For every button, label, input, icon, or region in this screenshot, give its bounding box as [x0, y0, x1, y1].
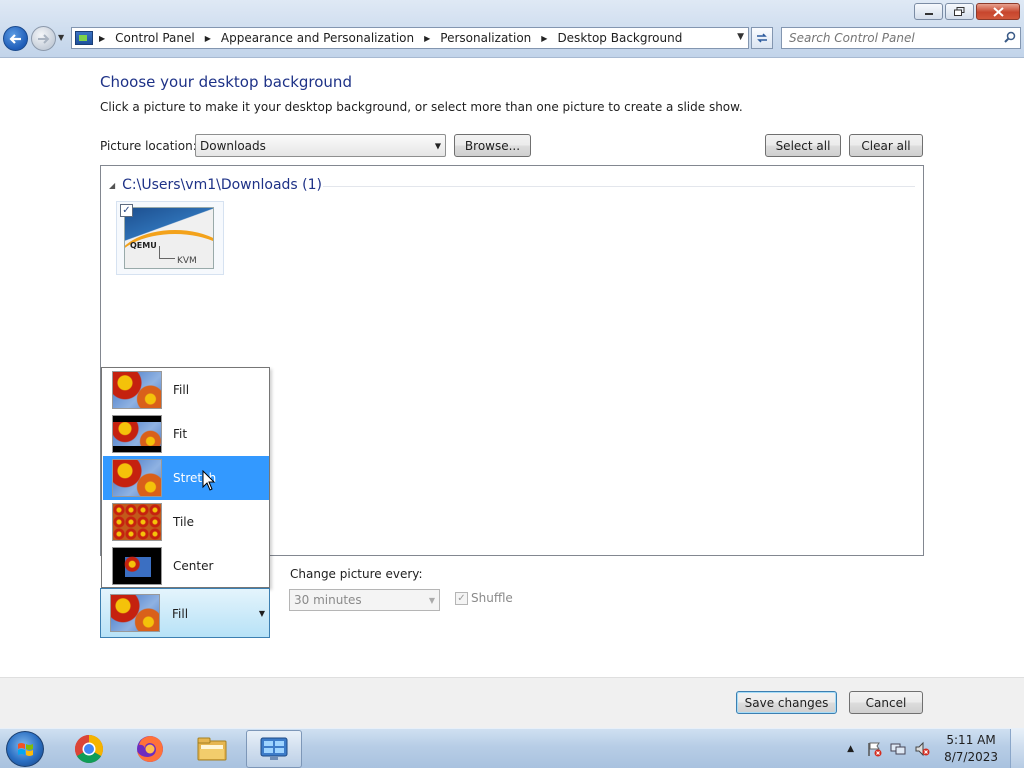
- volume-muted-icon[interactable]: [914, 741, 930, 757]
- chevron-right-icon[interactable]: ▶: [424, 34, 430, 43]
- shuffle-label: Shuffle: [471, 591, 513, 605]
- select-all-button[interactable]: Select all: [765, 134, 841, 157]
- position-option-label: Fit: [173, 427, 188, 441]
- thumbnail-checkbox[interactable]: ✓: [120, 204, 133, 217]
- window-controls: [914, 3, 1020, 20]
- firefox-icon: [137, 736, 163, 762]
- chevron-right-icon[interactable]: ▶: [99, 34, 105, 43]
- breadcrumb-control-panel[interactable]: Control Panel: [115, 31, 195, 45]
- shuffle-checkbox[interactable]: ✓ Shuffle: [455, 591, 513, 605]
- position-option-tile[interactable]: Tile: [103, 500, 269, 544]
- position-option-label: Tile: [173, 515, 195, 529]
- browse-button[interactable]: Browse...: [454, 134, 531, 157]
- show-desktop-button[interactable]: [1010, 729, 1024, 768]
- search-input[interactable]: [782, 28, 992, 48]
- action-center-flag-icon[interactable]: [866, 741, 882, 757]
- chevron-right-icon[interactable]: ▶: [205, 34, 211, 43]
- checkbox-check-icon: ✓: [455, 591, 468, 605]
- position-option-label: Fill: [173, 383, 190, 397]
- fit-preview-icon: [112, 415, 162, 453]
- interval-select[interactable]: 30 minutes ▼: [289, 589, 440, 611]
- clock-time: 5:11 AM: [946, 733, 996, 747]
- refresh-icon: [757, 33, 767, 43]
- fill-preview-icon: [112, 371, 162, 409]
- save-changes-button[interactable]: Save changes: [736, 691, 837, 714]
- picture-position-value: Fill: [172, 607, 189, 621]
- mouse-cursor-icon: [202, 470, 216, 491]
- interval-value: 30 minutes: [294, 593, 362, 607]
- breadcrumb-personalization[interactable]: Personalization: [440, 31, 531, 45]
- network-icon[interactable]: [890, 741, 906, 757]
- position-option-label: Center: [173, 559, 214, 573]
- page-title: Choose your desktop background: [100, 73, 352, 91]
- change-picture-label: Change picture every:: [290, 567, 423, 581]
- cancel-button[interactable]: Cancel: [849, 691, 923, 714]
- picture-location-label: Picture location:: [100, 139, 197, 153]
- back-button[interactable]: [3, 26, 28, 51]
- back-arrow-icon: [9, 33, 21, 44]
- forward-button[interactable]: [31, 26, 56, 51]
- breadcrumb-appearance[interactable]: Appearance and Personalization: [221, 31, 414, 45]
- group-header[interactable]: ◢ C:\Users\vm1\Downloads (1): [109, 177, 322, 193]
- control-panel-icon: [75, 31, 93, 45]
- taskbar: ▲ 5:11 AM 8/7/2023: [0, 728, 1024, 768]
- picture-position-combo[interactable]: Fill ▼: [100, 588, 270, 638]
- search-icon[interactable]: [1004, 31, 1016, 43]
- chevron-down-icon: ▼: [258, 609, 265, 618]
- center-preview-icon: [112, 547, 162, 585]
- page-subtitle: Click a picture to make it your desktop …: [100, 100, 743, 114]
- breadcrumb-desktop-background[interactable]: Desktop Background: [557, 31, 682, 45]
- recent-pages-dropdown[interactable]: ▼: [58, 33, 64, 42]
- control-panel-icon: [260, 737, 288, 760]
- kvm-logo: KVM: [177, 256, 197, 266]
- system-tray: ▲ 5:11 AM 8/7/2023: [847, 729, 1024, 768]
- picture-position-list: Fill Fit Stretch Tile Center: [101, 367, 270, 588]
- group-divider: [323, 186, 915, 187]
- windows-logo-icon: [18, 743, 33, 756]
- stretch-preview-icon: [112, 459, 162, 497]
- fill-preview-icon: [110, 594, 160, 632]
- position-option-fill[interactable]: Fill: [103, 368, 269, 412]
- address-dropdown-icon[interactable]: ▼: [737, 32, 744, 42]
- breadcrumb: ▶ Control Panel ▶ Appearance and Persona…: [99, 31, 692, 45]
- maximize-button[interactable]: [945, 3, 974, 20]
- clear-all-button[interactable]: Clear all: [849, 134, 923, 157]
- picture-thumbnail-item[interactable]: QEMU KVM ✓: [116, 201, 224, 275]
- show-hidden-icons-button[interactable]: ▲: [847, 744, 854, 754]
- wallpaper-thumbnail: QEMU KVM: [124, 207, 214, 269]
- address-bar[interactable]: ▶ Control Panel ▶ Appearance and Persona…: [71, 27, 749, 49]
- tile-preview-icon: [112, 503, 162, 541]
- qemu-logo: QEMU: [130, 241, 157, 250]
- position-option-stretch[interactable]: Stretch: [103, 456, 269, 500]
- start-button[interactable]: [6, 731, 44, 767]
- clock-date: 8/7/2023: [944, 750, 998, 764]
- picture-location-value: Downloads: [200, 138, 266, 153]
- chrome-icon: [75, 735, 103, 763]
- taskbar-chrome[interactable]: [61, 730, 117, 768]
- window-chrome: ▼ ▶ Control Panel ▶ Appearance and Perso…: [0, 0, 1024, 58]
- taskbar-clock[interactable]: 5:11 AM 8/7/2023: [944, 732, 998, 766]
- taskbar-firefox[interactable]: [122, 730, 178, 768]
- minimize-button[interactable]: [914, 3, 943, 20]
- refresh-button[interactable]: [751, 27, 773, 49]
- group-header-label: C:\Users\vm1\Downloads (1): [122, 177, 322, 193]
- wallpaper-connector: [159, 246, 175, 259]
- forward-arrow-icon: [38, 33, 50, 44]
- picture-location-select[interactable]: Downloads ▼: [195, 134, 446, 157]
- collapse-triangle-icon[interactable]: ◢: [109, 181, 115, 190]
- close-button[interactable]: [976, 3, 1020, 20]
- search-box: [781, 27, 1021, 49]
- chevron-down-icon: ▼: [434, 141, 441, 150]
- taskbar-file-explorer[interactable]: [184, 730, 240, 768]
- minimize-icon: [924, 12, 933, 15]
- file-explorer-icon: [197, 737, 227, 761]
- taskbar-control-panel[interactable]: [246, 730, 302, 768]
- close-icon: [992, 6, 1004, 17]
- restore-icon: [954, 7, 965, 16]
- position-option-fit[interactable]: Fit: [103, 412, 269, 456]
- chevron-right-icon[interactable]: ▶: [541, 34, 547, 43]
- position-option-center[interactable]: Center: [103, 544, 269, 588]
- chevron-down-icon: ▼: [428, 596, 435, 605]
